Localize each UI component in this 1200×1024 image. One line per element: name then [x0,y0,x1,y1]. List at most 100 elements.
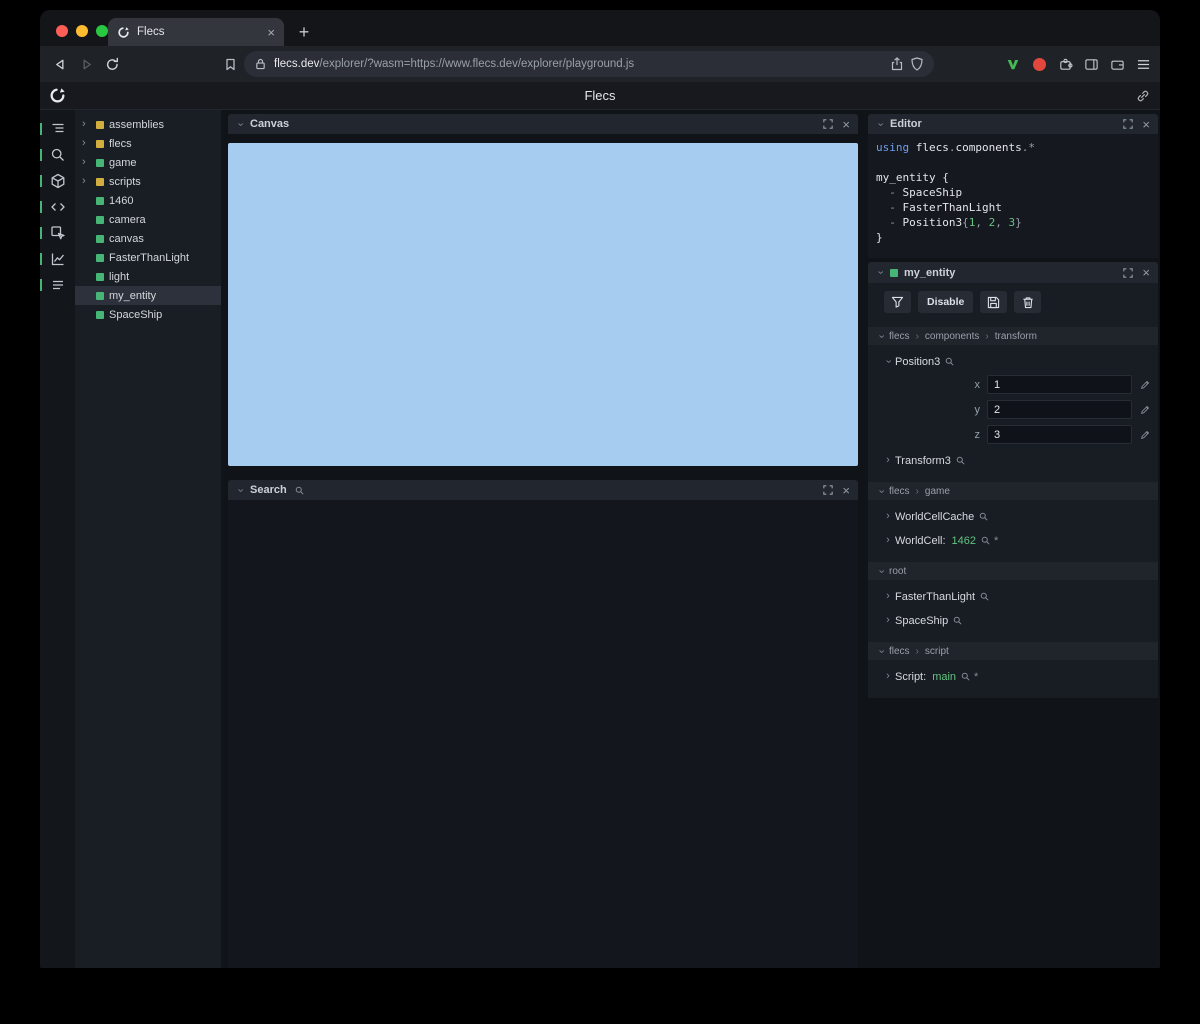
chevron-down-icon[interactable]: › [875,120,887,128]
code-editor[interactable]: using flecs.components.* my_entity { - S… [868,134,1158,258]
chevron-down-icon[interactable]: › [235,486,247,494]
close-panel-icon[interactable]: × [842,484,850,497]
pencil-icon[interactable] [1140,405,1150,415]
chevron-right-icon[interactable]: › [884,591,892,602]
tree-item-my_entity[interactable]: my_entity [75,286,221,305]
save-button[interactable] [980,291,1008,313]
new-tab-button[interactable]: + [290,18,318,46]
share-link-icon[interactable] [1136,89,1150,103]
back-button[interactable] [50,54,70,74]
tree-item-assemblies[interactable]: › assemblies [75,115,221,134]
chevron-down-icon[interactable]: › [876,332,888,340]
tree-item-SpaceShip[interactable]: SpaceShip [75,305,221,324]
component-Script[interactable]: › Script: main * [868,669,1158,684]
chevron-down-icon[interactable]: › [876,487,888,495]
expand-panel-icon[interactable] [1123,267,1134,278]
chart-icon[interactable] [40,248,75,270]
close-panel-icon[interactable]: × [1142,118,1150,131]
render-canvas[interactable] [228,143,858,466]
expand-arrow-icon[interactable]: › [82,138,91,149]
browser-tab-flecs[interactable]: Flecs × [108,18,284,46]
outliner-icon[interactable] [40,118,75,140]
inspector-section-flecs-components-transform[interactable]: › flecs › components › transform [868,327,1158,345]
search-icon[interactable] [40,144,75,166]
disable-button[interactable]: Disable [918,291,974,313]
entities-cube-icon[interactable] [40,170,75,192]
chevron-right-icon[interactable]: › [884,455,892,466]
expand-arrow-icon[interactable]: › [82,176,91,187]
tree-item-camera[interactable]: camera [75,210,221,229]
tree-item-game[interactable]: › game [75,153,221,172]
component-FasterThanLight[interactable]: › FasterThanLight [868,589,1158,604]
inspector-panel-header[interactable]: › my_entity × [868,262,1158,283]
menu-hamburger-icon[interactable] [1133,54,1153,74]
bookmark-sidebar-icon[interactable] [220,54,240,74]
close-panel-icon[interactable]: × [1142,266,1150,279]
search-panel-header[interactable]: › Search × [228,480,858,500]
magnifier-icon[interactable] [961,672,970,681]
expand-panel-icon[interactable] [823,119,834,129]
component-WorldCell[interactable]: › WorldCell: 1462 * [868,533,1158,548]
extension-v-icon[interactable] [1003,54,1023,74]
close-panel-icon[interactable]: × [842,118,850,131]
tree-item-scripts[interactable]: › scripts [75,172,221,191]
magnifier-icon[interactable] [953,616,962,625]
sidebar-toggle-icon[interactable] [1081,54,1101,74]
magnifier-icon[interactable] [945,357,954,366]
canvas-panel-header[interactable]: › Canvas × [228,114,858,134]
expand-arrow-icon[interactable]: › [82,157,91,168]
inspector-section-root[interactable]: › root [868,562,1158,580]
component-WorldCellCache[interactable]: › WorldCellCache [868,509,1158,524]
magnifier-icon[interactable] [956,456,965,465]
extension-record-icon[interactable] [1029,54,1049,74]
chevron-right-icon[interactable]: › [884,615,892,626]
chevron-right-icon[interactable]: › [884,511,892,522]
magnifier-icon[interactable] [980,592,989,601]
tab-close-icon[interactable]: × [267,26,275,39]
tree-item-canvas[interactable]: canvas [75,229,221,248]
extensions-puzzle-icon[interactable] [1055,54,1075,74]
url-bar[interactable]: flecs.dev/explorer/?wasm=https://www.fle… [244,51,934,77]
share-icon[interactable] [891,57,903,71]
inspector-section-flecs-game[interactable]: › flecs › game [868,482,1158,500]
expand-panel-icon[interactable] [823,485,834,495]
chevron-down-icon[interactable]: › [875,269,887,277]
pencil-icon[interactable] [1140,430,1150,440]
wallet-icon[interactable] [1107,54,1127,74]
tree-item-1460[interactable]: 1460 [75,191,221,210]
component-Transform3[interactable]: › Transform3 [868,453,1158,468]
chevron-down-icon[interactable]: › [235,120,247,128]
tree-item-flecs[interactable]: › flecs [75,134,221,153]
chevron-right-icon[interactable]: › [884,535,892,546]
editor-panel-header[interactable]: › Editor × [868,114,1158,134]
tree-item-FasterThanLight[interactable]: FasterThanLight [75,248,221,267]
code-icon[interactable] [40,196,75,218]
field-input[interactable]: 3 [987,425,1132,444]
inspect-icon[interactable] [40,222,75,244]
reload-button[interactable] [102,54,122,74]
zoom-window-button[interactable] [96,25,108,37]
forward-button[interactable] [76,54,96,74]
magnifier-icon[interactable] [981,536,990,545]
stats-icon[interactable] [40,274,75,296]
magnifier-icon[interactable] [979,512,988,521]
chevron-down-icon[interactable]: › [876,567,888,575]
component-SpaceShip[interactable]: › SpaceShip [868,613,1158,628]
search-panel-body[interactable] [228,500,858,968]
pencil-icon[interactable] [1140,380,1150,390]
delete-button[interactable] [1014,291,1042,313]
filter-button[interactable] [884,291,911,313]
tree-item-light[interactable]: light [75,267,221,286]
expand-arrow-icon[interactable]: › [82,119,91,130]
inspector-section-flecs-script[interactable]: › flecs › script [868,642,1158,660]
field-input[interactable]: 1 [987,375,1132,394]
field-input[interactable]: 2 [987,400,1132,419]
minimize-window-button[interactable] [76,25,88,37]
close-window-button[interactable] [56,25,68,37]
chevron-down-icon[interactable]: › [876,647,888,655]
chevron-down-icon[interactable]: › [883,358,895,366]
expand-panel-icon[interactable] [1123,119,1134,129]
component-Position3[interactable]: › Position3 [868,354,1158,369]
brave-shield-icon[interactable] [911,57,923,71]
chevron-right-icon[interactable]: › [884,671,892,682]
